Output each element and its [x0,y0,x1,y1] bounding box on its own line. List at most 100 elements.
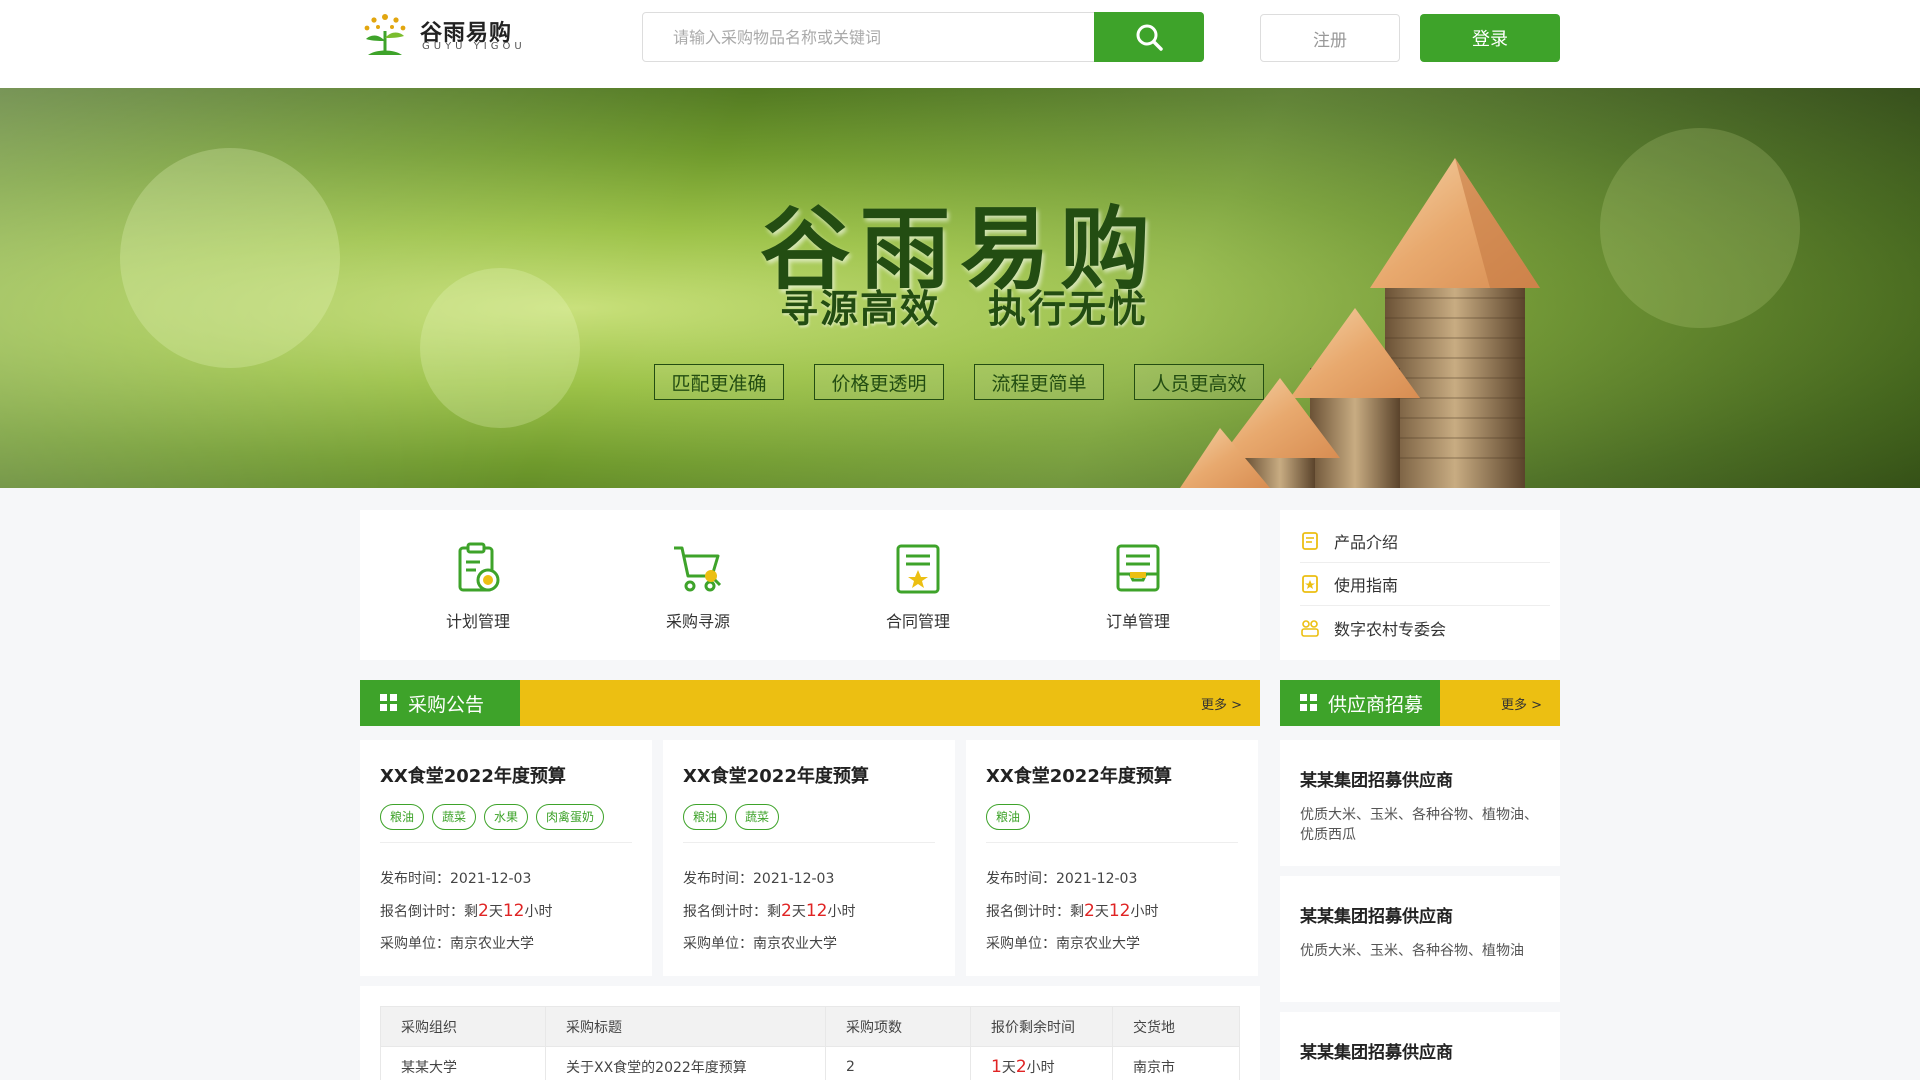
supplier-card[interactable]: 某某集团招募供应商 [1280,1012,1560,1080]
guide-icon [1302,575,1318,593]
login-button[interactable]: 登录 [1420,14,1560,62]
countdown-days: 2 [478,901,489,921]
tag: 蔬菜 [735,804,780,830]
tagline-badge: 价格更透明 [814,364,944,400]
countdown-label: 报名倒计时： [986,904,1070,920]
supplier-title: 某某集团招募供应商 [1300,1043,1453,1063]
supplier-desc: 优质大米、玉米、各种谷物、植物油 [1300,943,1524,959]
cell-remaining: 1天2小时 [970,1046,1113,1080]
announcement-card[interactable]: XX食堂2022年度预算 粮油 蔬菜 水果 肉禽蛋奶 发布时间：2021-12-03 … [360,740,652,976]
search-button[interactable] [1094,12,1204,62]
order-inbox-icon [1116,544,1160,592]
card-title: XX食堂2022年度预算 [683,766,869,787]
publish-date: 2021-12-03 [753,871,835,887]
countdown-hours: 12 [1108,901,1131,921]
unit-row: 采购单位：南京农业大学 [380,928,632,960]
side-link-label: 数字农村专委会 [1334,619,1447,639]
supplier-desc: 优质大米、玉米、各种谷物、植物油、优质西瓜 [1300,807,1538,843]
column-header: 采购项数 [825,1006,971,1047]
publish-label: 发布时间： [380,871,450,887]
search-input[interactable] [643,13,1095,61]
unit-label: 采购单位： [986,936,1056,952]
quick-item-order[interactable]: 订单管理 [1078,540,1198,640]
tag: 粮油 [380,804,425,830]
column-header: 采购标题 [545,1006,826,1047]
tag: 肉禽蛋奶 [536,804,605,830]
plan-clipboard-icon [458,542,500,592]
supplier-title: 某某集团招募供应商 [1300,907,1453,927]
top-header: 谷雨易购 GUYU YIGOU 注册 登录 [0,0,1920,88]
side-link-label: 使用指南 [1334,576,1399,595]
announcement-card[interactable]: XX食堂2022年度预算 粮油 蔬菜 发布时间：2021-12-03 报名倒计时：… [663,740,955,976]
table-row[interactable]: 某某大学 关于XX食堂的2022年度预算 2 1天2小时 南京市 [380,1046,1240,1080]
announcements-header: 采购公告 更多 > [360,680,1260,726]
tag-list: 粮油 蔬菜 水果 肉禽蛋奶 [380,804,632,843]
countdown-hours: 12 [805,901,828,921]
tag-list: 粮油 [986,804,1238,843]
search-bar [642,12,1204,62]
quick-item-label: 采购寻源 [665,612,730,631]
tag: 粮油 [683,804,728,830]
tag: 水果 [484,804,529,830]
cell-org: 某某大学 [380,1046,546,1080]
procurement-table: 采购组织 采购标题 采购项数 报价剩余时间 交货地 某某大学 关于XX食堂的20… [380,1006,1240,1080]
publish-row: 发布时间：2021-12-03 [986,863,1238,895]
supplier-card[interactable]: 某某集团招募供应商 优质大米、玉米、各种谷物、植物油、优质西瓜 [1280,740,1560,866]
countdown-row: 报名倒计时：剩2天12小时 [986,895,1238,928]
hour-unit: 小时 [1130,904,1159,920]
day-unit: 天 [1001,1059,1016,1076]
day-unit: 天 [488,904,503,920]
supplier-title: 某某集团招募供应商 [1300,771,1453,791]
publish-row: 发布时间：2021-12-03 [380,863,632,895]
tag: 粮油 [986,804,1031,830]
countdown-days: 2 [1084,901,1095,921]
hour-unit: 小时 [524,904,553,920]
unit-value: 南京农业大学 [1056,936,1140,952]
announcement-card[interactable]: XX食堂2022年度预算 粮油 发布时间：2021-12-03 报名倒计时：剩2… [966,740,1258,976]
unit-value: 南京农业大学 [450,936,534,952]
announcements-more-link[interactable]: 更多 > [1201,694,1242,713]
side-links-panel: 产品介绍 使用指南 数字农村专委会 [1280,510,1560,660]
countdown-row: 报名倒计时：剩2天12小时 [683,895,935,928]
remain-text: 剩 [767,904,781,920]
cell-title: 关于XX食堂的2022年度预算 [545,1046,826,1080]
supplier-card[interactable]: 某某集团招募供应商 优质大米、玉米、各种谷物、植物油 [1280,876,1560,1002]
hour-unit: 小时 [827,904,856,920]
announcements-title: 采购公告 [408,693,485,716]
suppliers-tab[interactable]: 供应商招募 [1280,680,1440,726]
quick-item-plan[interactable]: 计划管理 [418,540,538,640]
remain-text: 剩 [1070,904,1084,920]
side-link-user-guide[interactable]: 使用指南 [1300,563,1550,606]
publish-date: 2021-12-03 [450,871,532,887]
column-header: 采购组织 [380,1006,546,1047]
remain-days: 1 [991,1056,1002,1077]
unit-row: 采购单位：南京农业大学 [683,928,935,960]
unit-row: 采购单位：南京农业大学 [986,928,1238,960]
card-info: 发布时间：2021-12-03 报名倒计时：剩2天12小时 采购单位：南京农业大… [683,863,935,960]
remain-text: 剩 [464,904,478,920]
tag-list: 粮油 蔬菜 [683,804,935,843]
announcements-tab[interactable]: 采购公告 [360,680,520,726]
side-link-committee[interactable]: 数字农村专委会 [1300,606,1550,649]
grid-icon [1300,694,1317,711]
procurement-table-panel: 采购组织 采购标题 采购项数 报价剩余时间 交货地 某某大学 关于XX食堂的20… [360,986,1260,1080]
sprout-logo-icon [364,14,406,55]
suppliers-more-link[interactable]: 更多 > [1501,694,1542,713]
banner-subtitle-1: 寻源高效 [780,287,941,331]
register-button[interactable]: 注册 [1260,14,1400,62]
suppliers-header: 供应商招募 更多 > [1280,680,1560,726]
publish-date: 2021-12-03 [1056,871,1138,887]
quick-item-contract[interactable]: 合同管理 [858,540,978,640]
table-header-row: 采购组织 采购标题 采购项数 报价剩余时间 交货地 [380,1006,1240,1047]
group-icon [1301,619,1319,637]
quick-item-label: 订单管理 [1105,612,1170,631]
quick-menu-panel: 计划管理 采购寻源 合同管理 订单管理 [360,510,1260,660]
site-logo[interactable]: 谷雨易购 GUYU YIGOU [360,11,540,59]
coins-house-illustration [1180,158,1540,488]
countdown-row: 报名倒计时：剩2天12小时 [380,895,632,928]
quick-item-sourcing[interactable]: 采购寻源 [638,540,758,640]
countdown-label: 报名倒计时： [380,904,464,920]
side-link-label: 产品介绍 [1334,533,1399,552]
side-link-product-intro[interactable]: 产品介绍 [1300,520,1550,563]
column-header: 交货地 [1112,1006,1240,1047]
